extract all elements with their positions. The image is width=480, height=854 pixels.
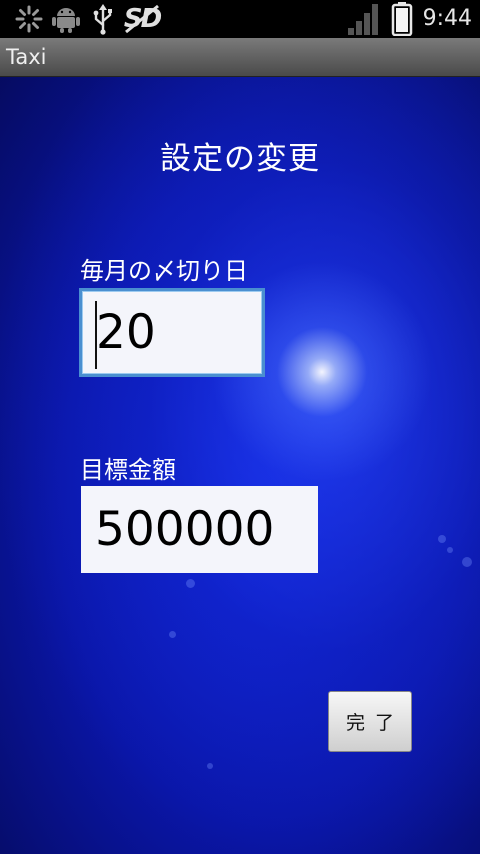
battery-icon bbox=[388, 0, 416, 38]
text-cursor bbox=[95, 301, 97, 369]
closing-day-input[interactable]: 20 bbox=[79, 288, 265, 377]
settings-panel: 設定の変更 毎月の〆切り日 20 目標金額 500000 完了 bbox=[0, 77, 480, 854]
target-amount-input[interactable]: 500000 bbox=[81, 486, 318, 573]
bubble-decoration bbox=[186, 579, 195, 588]
signal-icon bbox=[344, 0, 384, 38]
bubble-decoration bbox=[169, 631, 176, 638]
target-amount-value: 500000 bbox=[95, 502, 275, 557]
sd-card-icon: SD bbox=[122, 0, 162, 38]
app-title: Taxi bbox=[6, 45, 47, 69]
target-amount-label: 目標金額 bbox=[80, 456, 176, 484]
app-title-bar: Taxi bbox=[0, 38, 480, 77]
done-button[interactable]: 完了 bbox=[328, 691, 412, 752]
page-title: 設定の変更 bbox=[160, 141, 320, 177]
android-icon bbox=[50, 0, 82, 38]
done-button-label: 完了 bbox=[345, 712, 404, 734]
bubble-decoration bbox=[438, 535, 446, 543]
status-bar: SD 9:44 bbox=[0, 0, 480, 38]
closing-day-value: 20 bbox=[96, 305, 156, 360]
usb-icon bbox=[90, 0, 116, 38]
app-screen: SD 9:44 Taxi bbox=[0, 0, 480, 854]
bubble-decoration bbox=[207, 763, 213, 769]
bubble-decoration bbox=[447, 547, 453, 553]
loading-icon bbox=[12, 0, 46, 38]
closing-day-label: 毎月の〆切り日 bbox=[80, 257, 248, 285]
bubble-decoration bbox=[462, 557, 472, 567]
status-clock: 9:44 bbox=[422, 6, 472, 31]
